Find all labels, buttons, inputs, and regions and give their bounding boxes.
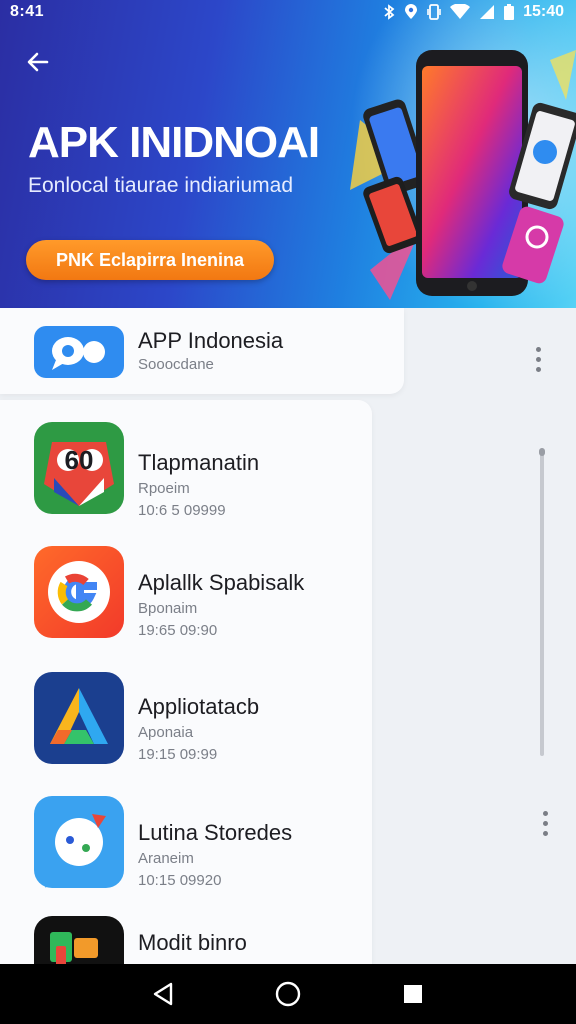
svg-text:60: 60: [65, 445, 94, 475]
status-time: 8:41: [10, 3, 45, 20]
status-icons: 15:40: [383, 3, 564, 21]
triangle-logo-icon: [34, 672, 124, 764]
vibrate-icon: [427, 4, 441, 20]
more-vertical-icon[interactable]: [533, 808, 557, 838]
status-bar: 8:41 15:40: [0, 0, 576, 24]
nav-back-button[interactable]: [143, 974, 183, 1014]
nav-home-button[interactable]: [268, 974, 308, 1014]
scrollbar[interactable]: [539, 448, 545, 756]
app-subtitle: Rpoeim: [138, 480, 190, 497]
owl-icon: 60: [34, 422, 124, 514]
puzzle-icon: [34, 916, 124, 964]
app-list: APP Indonesia Sooocdane 60 Tlapmanatin R…: [0, 308, 576, 980]
app-name: APP Indonesia: [138, 328, 284, 353]
app-name: Appliotatacb: [138, 694, 260, 719]
app-date: 10:15 09920: [138, 872, 222, 889]
app-subtitle: Sooocdane: [138, 356, 214, 373]
app-subtitle: Aponaia: [138, 724, 194, 741]
list-item[interactable]: Appliotatacb Aponaia 19:15 09:99: [0, 670, 560, 770]
app-name: Aplallk Spabisalk: [138, 570, 305, 595]
back-button[interactable]: [20, 44, 56, 80]
location-icon: [405, 4, 418, 19]
status-clock: 15:40: [523, 3, 564, 20]
battery-icon: [504, 4, 515, 20]
square-recents-icon: [404, 985, 423, 1003]
chat-bubble-icon: [34, 326, 124, 378]
arrow-left-icon: [27, 52, 49, 72]
triangle-back-icon: [153, 982, 172, 1006]
more-vertical-icon[interactable]: [526, 344, 550, 374]
app-date: 10:6 5 09999: [138, 502, 226, 519]
list-item[interactable]: Modit binro: [0, 916, 560, 964]
page-title: APK INIDNOAI: [28, 118, 320, 167]
app-date: 19:65 09:90: [138, 622, 218, 639]
circle-home-icon: [275, 981, 301, 1007]
page-subtitle: Eonlocal tiaurae indiariumad: [28, 174, 293, 197]
list-item[interactable]: APP Indonesia Sooocdane: [0, 320, 560, 420]
bluetooth-icon: [384, 4, 395, 20]
app-subtitle: Bponaim: [138, 600, 198, 617]
signal-icon: [480, 5, 495, 19]
app-date: 19:15 09:99: [138, 746, 218, 763]
google-g-icon: [34, 546, 124, 638]
wifi-icon: [450, 4, 471, 19]
phones-illustration: [350, 50, 576, 300]
scrollbar-thumb[interactable]: [539, 448, 545, 456]
list-item[interactable]: Aplallk Spabisalk Bponaim 19:65 09:90: [0, 544, 560, 644]
app-name: Lutina Storedes: [138, 820, 293, 845]
list-item[interactable]: 60 Tlapmanatin Rpoeim 10:6 5 09999: [0, 420, 560, 520]
app-name: Tlapmanatin: [138, 450, 260, 475]
list-item[interactable]: Lutina Storedes Araneim 10:15 09920: [0, 794, 560, 894]
download-cta-button[interactable]: PNK Eclapirra Inenina: [26, 240, 274, 280]
app-name: Modit binro: [138, 930, 247, 955]
chat-face-icon: [34, 796, 124, 888]
app-subtitle: Araneim: [138, 850, 194, 867]
header-banner: APK INIDNOAI Eonlocal tiaurae indiariuma…: [0, 0, 576, 308]
nav-recents-button[interactable]: [393, 974, 433, 1014]
system-nav-bar: [0, 964, 576, 1024]
